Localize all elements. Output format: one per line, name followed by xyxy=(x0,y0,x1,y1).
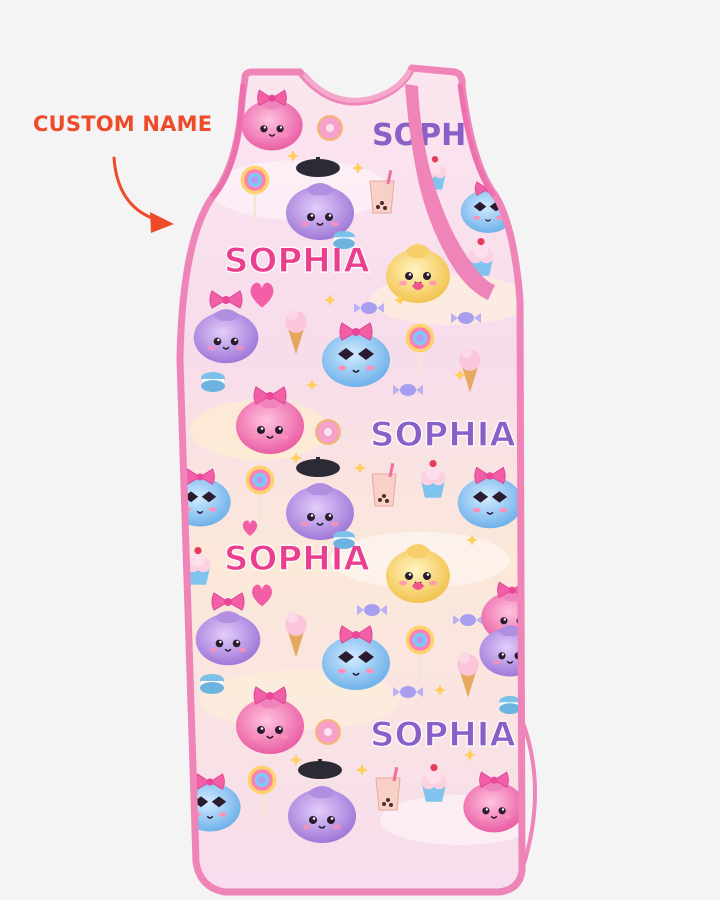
printed-name: SOPHIA xyxy=(370,715,516,755)
callout-arrowhead xyxy=(150,212,174,233)
sleep-sack-illustration: SOPHIA SOPHIA SOPHIA SOPHIA SOPHIA xyxy=(112,64,537,896)
product-image: CUSTOM NAME SOPHIA SOPHIA SOPHIA SOPHIA … xyxy=(0,0,720,900)
callout-arrow xyxy=(112,156,167,224)
printed-name: SOPHIA xyxy=(372,118,501,153)
printed-name: SOPHIA xyxy=(370,415,516,455)
